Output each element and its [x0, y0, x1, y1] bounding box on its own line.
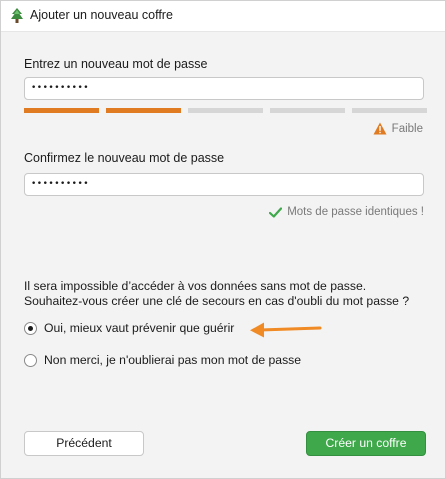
strength-segment [352, 108, 427, 113]
dialog-window: Ajouter un nouveau coffre Entrez un nouv… [0, 0, 446, 479]
recovery-question: Il sera impossible d’accéder à vos donné… [24, 279, 409, 309]
warning-icon [373, 122, 387, 135]
recovery-question-line: Il sera impossible d’accéder à vos donné… [24, 279, 367, 293]
confirm-password-label: Confirmez le nouveau mot de passe [24, 151, 225, 165]
strength-indicator: Faible [373, 122, 423, 135]
strength-segment [24, 108, 99, 113]
checkmark-icon [269, 206, 283, 218]
radio-button-unchecked[interactable] [24, 353, 37, 367]
strength-label: Faible [391, 122, 423, 135]
match-label: Mots de passe identiques ! [287, 206, 424, 218]
radio-option-label[interactable]: Oui, mieux vaut prévenir que guérir [44, 321, 234, 335]
arrow-left-icon [250, 322, 322, 338]
new-password-field[interactable]: •••••••••• [24, 77, 424, 100]
strength-segment [106, 108, 181, 113]
radio-option-no[interactable]: Non merci, je n'oublierai pas mon mot de… [24, 353, 301, 367]
radio-option-yes[interactable]: Oui, mieux vaut prévenir que guérir [24, 321, 234, 335]
title-bar: Ajouter un nouveau coffre [1, 1, 445, 32]
confirm-password-field[interactable]: •••••••••• [24, 173, 424, 196]
new-password-label: Entrez un nouveau mot de passe [24, 57, 208, 71]
tree-app-icon [11, 8, 23, 23]
window-title: Ajouter un nouveau coffre [30, 8, 173, 22]
radio-option-label[interactable]: Non merci, je n'oublierai pas mon mot de… [44, 353, 301, 367]
create-vault-button[interactable]: Créer un coffre [306, 431, 426, 456]
radio-button-checked[interactable] [24, 321, 37, 335]
previous-button[interactable]: Précédent [24, 431, 144, 456]
password-match-indicator: Mots de passe identiques ! [269, 206, 424, 218]
recovery-question-line: Souhaitez-vous créer une clé de secours … [24, 294, 410, 308]
strength-segment [270, 108, 345, 113]
strength-segment [188, 108, 263, 113]
